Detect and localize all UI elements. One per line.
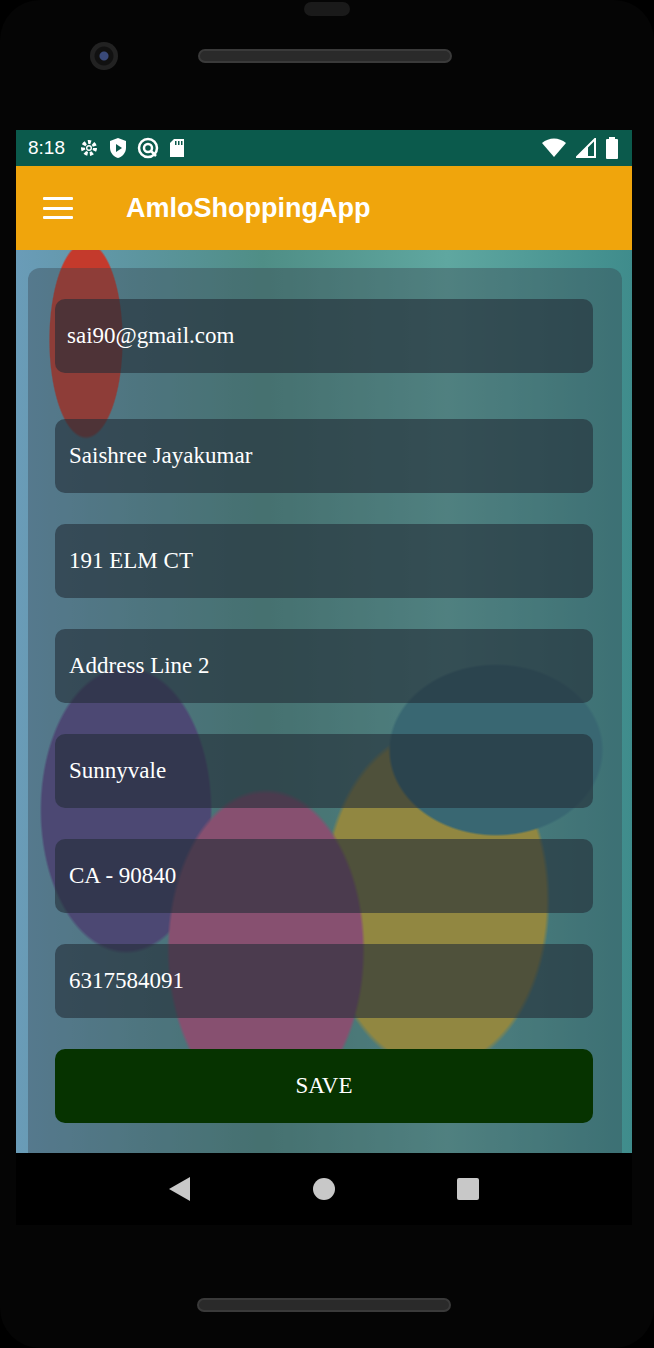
form-field[interactable]: Saishree Jayakumar	[55, 419, 593, 493]
signal-icon	[576, 138, 596, 158]
phone-frame: 8:18 AmloShoppingApp sai90@gmail.com Sais…	[0, 0, 654, 1348]
app-title: AmloShoppingApp	[126, 193, 370, 224]
form-card: sai90@gmail.com Saishree Jayakumar 191 ELM…	[28, 268, 622, 1153]
form-field[interactable]: 6317584091	[55, 944, 593, 1018]
form-field[interactable]: Address Line 2	[55, 629, 593, 703]
back-icon[interactable]	[168, 1176, 192, 1202]
top-bezel	[0, 0, 654, 130]
form-field[interactable]: 191 ELM CT	[55, 524, 593, 598]
form-field[interactable]: Sunnyvale	[55, 734, 593, 808]
menu-icon-line	[43, 216, 73, 219]
form-field[interactable]: CA - 90840	[55, 839, 593, 913]
save-button[interactable]: SAVE	[55, 1049, 593, 1123]
bottom-bezel	[0, 1225, 654, 1348]
field-text: Saishree Jayakumar	[69, 443, 252, 469]
status-icons-left	[79, 137, 185, 159]
bottom-speaker-icon	[197, 1298, 451, 1312]
status-bar: 8:18	[16, 130, 632, 166]
menu-icon[interactable]	[43, 197, 73, 219]
at-sign-icon	[137, 137, 159, 159]
notch	[304, 2, 350, 16]
save-label: SAVE	[295, 1073, 352, 1099]
gear-icon	[79, 138, 99, 158]
status-icons-right	[542, 137, 618, 159]
screen: 8:18 AmloShoppingApp sai90@gmail.com Sais…	[16, 130, 632, 1225]
shield-play-icon	[109, 137, 127, 159]
wifi-icon	[542, 138, 566, 158]
field-text: Sunnyvale	[69, 758, 166, 784]
camera-icon	[90, 42, 118, 70]
home-icon[interactable]	[312, 1177, 336, 1201]
field-text: 191 ELM CT	[69, 548, 193, 574]
form-field[interactable]: sai90@gmail.com	[55, 299, 593, 373]
battery-icon	[606, 137, 618, 159]
recents-icon[interactable]	[456, 1177, 480, 1201]
menu-icon-line	[43, 207, 73, 210]
nav-bar	[16, 1153, 632, 1225]
toolbar: AmloShoppingApp	[16, 166, 632, 250]
field-text: CA - 90840	[69, 863, 176, 889]
field-text: Address Line 2	[69, 653, 210, 679]
sd-card-icon	[169, 138, 185, 158]
content-area: sai90@gmail.com Saishree Jayakumar 191 ELM…	[16, 250, 632, 1153]
speaker-icon	[198, 49, 452, 63]
menu-icon-line	[43, 197, 73, 200]
status-time: 8:18	[28, 137, 65, 159]
bezel-row	[0, 42, 654, 70]
field-text: 6317584091	[69, 968, 184, 994]
field-text: sai90@gmail.com	[67, 323, 234, 349]
